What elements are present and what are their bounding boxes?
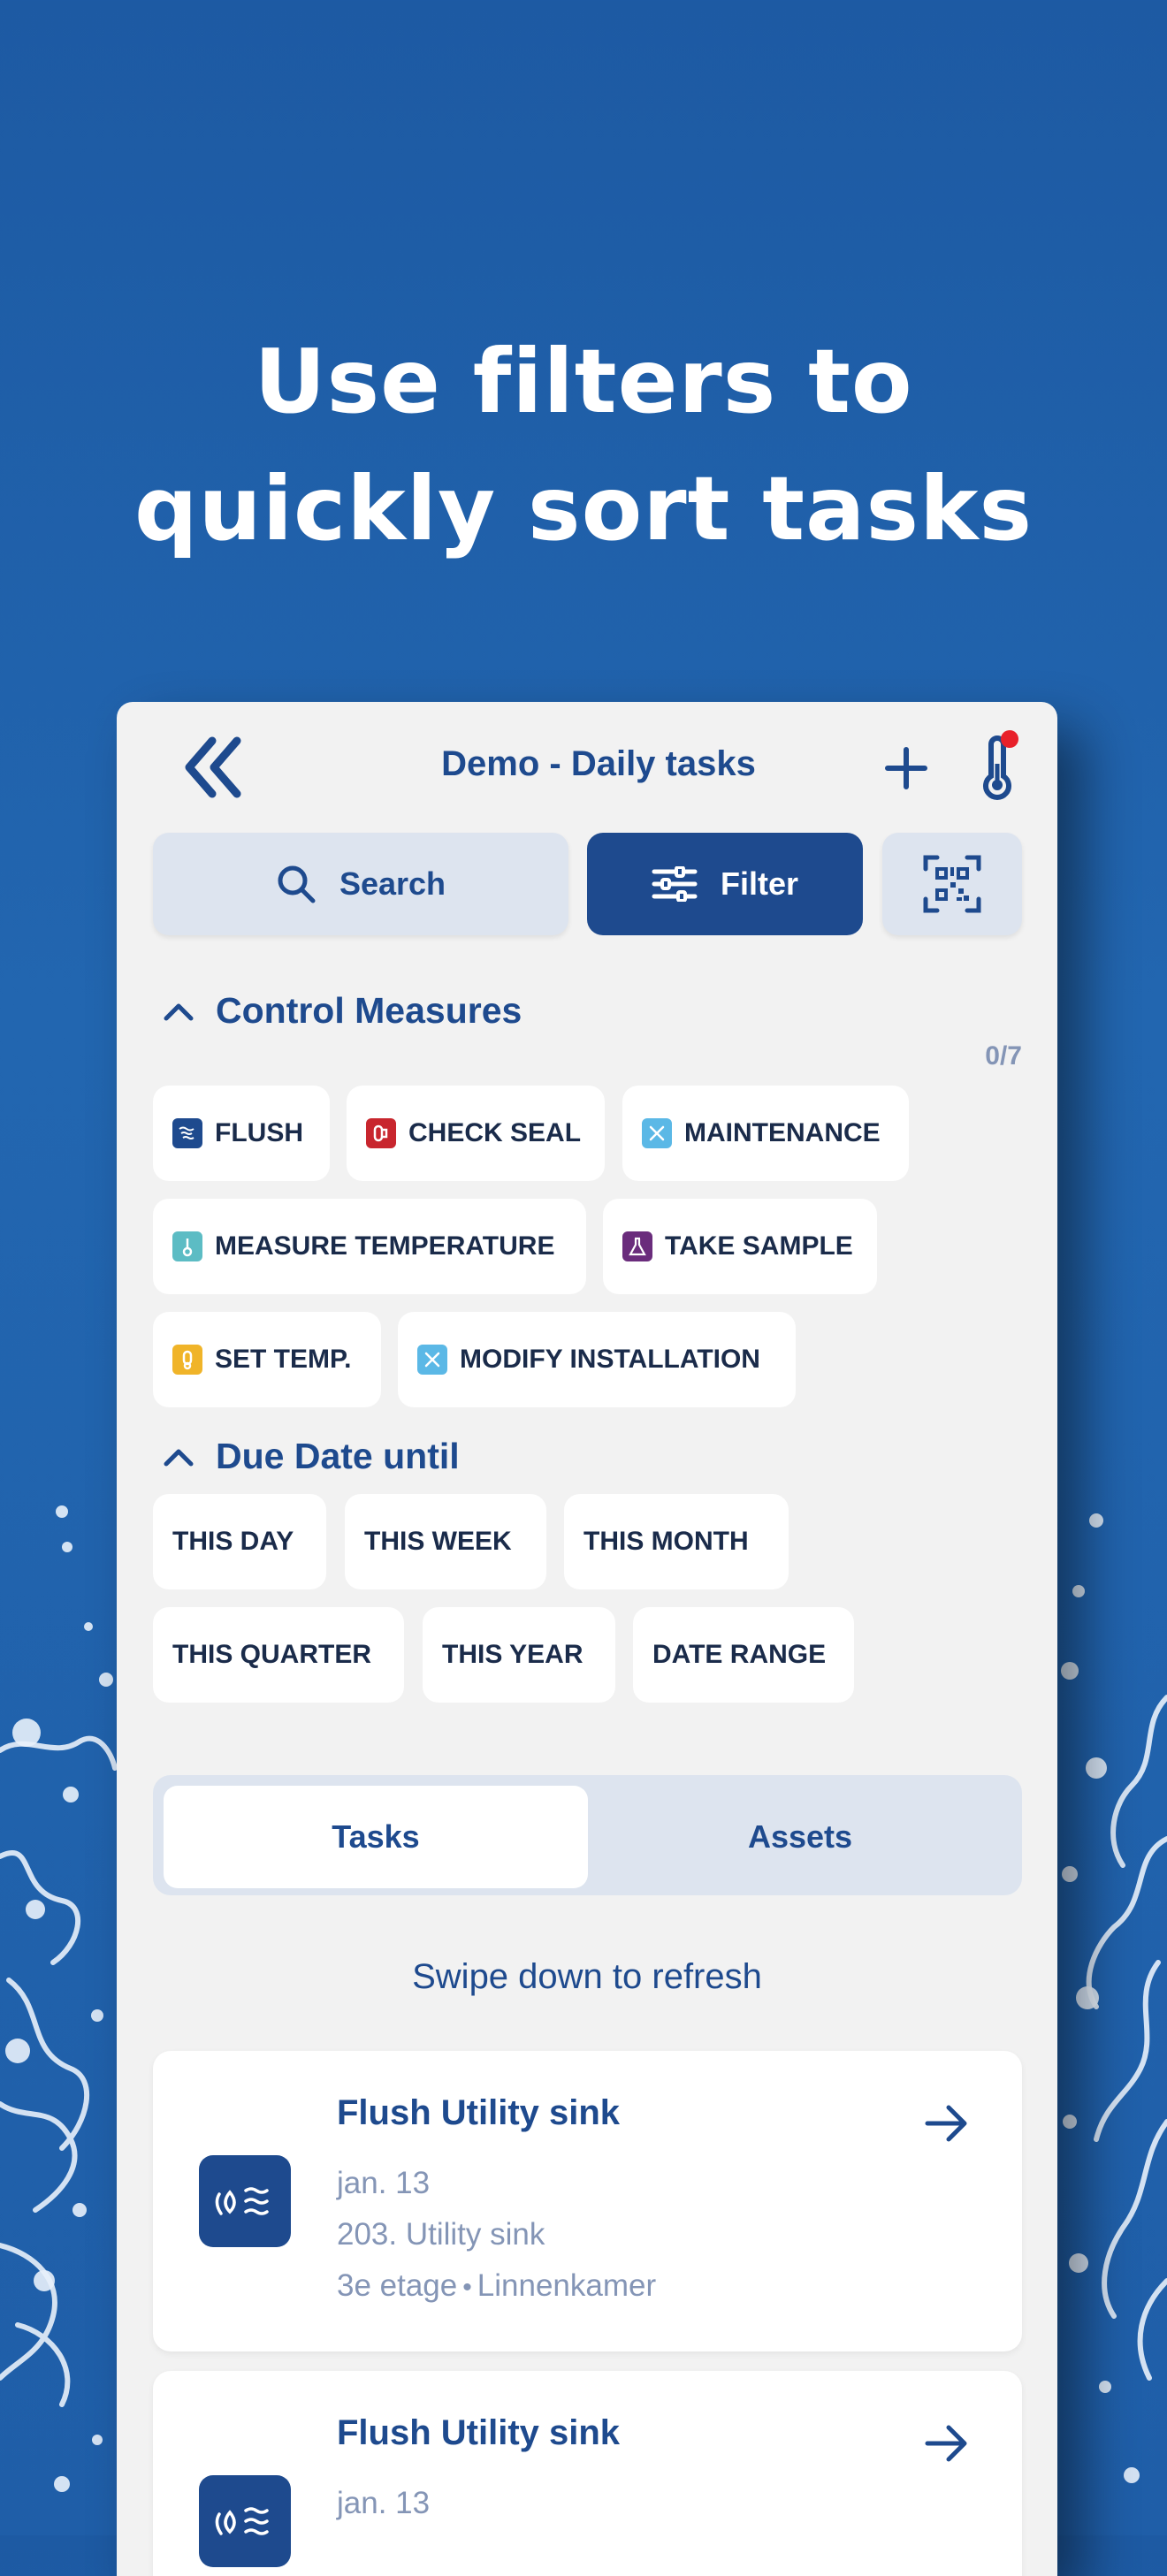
chip-flush[interactable]: FLUSH (153, 1086, 330, 1181)
due-date-heading: Due Date until (216, 1436, 460, 1476)
qr-scan-button[interactable] (882, 833, 1022, 935)
water-splash-right (1061, 1513, 1167, 2483)
chip-date-range[interactable]: DATE RANGE (633, 1607, 854, 1703)
chip-label: THIS YEAR (442, 1640, 584, 1669)
headline-line-2: quickly sort tasks (133, 457, 1034, 560)
task-room: Linnenkamer (477, 2268, 657, 2303)
chip-this-week[interactable]: THIS WEEK (345, 1494, 546, 1589)
control-measures-header[interactable]: Control Measures (163, 990, 522, 1032)
chip-maintenance[interactable]: MAINTENANCE (622, 1086, 909, 1181)
search-label: Search (339, 865, 446, 902)
flush-icon (199, 2155, 291, 2247)
chip-label: DATE RANGE (652, 1640, 827, 1669)
chip-set-temp[interactable]: SET TEMP. (153, 1312, 381, 1407)
promo-headline: Use filters to quickly sort tasks (0, 318, 1167, 573)
flush-icon (199, 2475, 291, 2567)
task-title: Flush Utility sink (337, 2413, 621, 2452)
double-chevron-left-icon (185, 736, 241, 798)
arrow-right-icon[interactable] (920, 2417, 973, 2470)
task-card[interactable]: Flush Utility sink jan. 13 (153, 2371, 1022, 2576)
flask-icon (622, 1231, 652, 1261)
chip-label: TAKE SAMPLE (665, 1231, 853, 1261)
filter-button[interactable]: Filter (587, 833, 863, 935)
chip-label: THIS WEEK (364, 1527, 512, 1556)
task-title: Flush Utility sink (337, 2093, 621, 2132)
add-task-button[interactable] (875, 737, 937, 799)
filter-label: Filter (720, 865, 798, 902)
task-asset: 203. Utility sink (337, 2217, 545, 2252)
thermometer-icon (983, 730, 1018, 800)
task-card[interactable]: Flush Utility sink jan. 13 203. Utility … (153, 2051, 1022, 2351)
tab-tasks[interactable]: Tasks (164, 1786, 588, 1888)
qr-scan-icon (923, 855, 981, 913)
chip-label: MODIFY INSTALLATION (460, 1345, 760, 1374)
due-date-header[interactable]: Due Date until (163, 1436, 460, 1477)
arrow-right-icon[interactable] (920, 2097, 973, 2150)
sliders-icon (652, 866, 698, 902)
task-due-date: jan. 13 (337, 2486, 431, 2520)
chip-label: THIS MONTH (584, 1527, 749, 1556)
tab-assets[interactable]: Assets (588, 1786, 1012, 1888)
control-measures-heading: Control Measures (216, 990, 522, 1031)
chip-modify-installation[interactable]: MODIFY INSTALLATION (398, 1312, 796, 1407)
search-button[interactable]: Search (153, 833, 568, 935)
chip-label: CHECK SEAL (408, 1118, 582, 1147)
chip-measure-temperature[interactable]: MEASURE TEMPERATURE (153, 1199, 586, 1294)
chip-take-sample[interactable]: TAKE SAMPLE (603, 1199, 877, 1294)
chip-check-seal[interactable]: CHECK SEAL (347, 1086, 605, 1181)
chip-label: FLUSH (215, 1118, 303, 1147)
chip-label: MEASURE TEMPERATURE (215, 1231, 555, 1261)
chip-this-year[interactable]: THIS YEAR (423, 1607, 615, 1703)
chip-label: SET TEMP. (215, 1345, 352, 1374)
refresh-hint: Swipe down to refresh (412, 1957, 762, 1996)
task-location: 3e etage • Linnenkamer (337, 2268, 656, 2304)
flush-icon (172, 1118, 202, 1148)
back-button[interactable] (177, 732, 248, 803)
plus-icon (885, 747, 927, 789)
chevron-up-icon (164, 1449, 194, 1466)
chip-this-quarter[interactable]: THIS QUARTER (153, 1607, 404, 1703)
chip-this-month[interactable]: THIS MONTH (564, 1494, 789, 1589)
chip-label: THIS DAY (172, 1527, 294, 1556)
selected-count: 0/7 (985, 1041, 1022, 1071)
seal-icon (366, 1118, 396, 1148)
chip-this-day[interactable]: THIS DAY (153, 1494, 326, 1589)
app-screen: Demo - Daily tasks Search Filter Control… (117, 702, 1057, 2576)
thermostat-icon (172, 1345, 202, 1375)
task-floor: 3e etage (337, 2268, 458, 2303)
tools-icon (417, 1345, 447, 1375)
search-icon (278, 865, 316, 903)
chip-label: THIS QUARTER (172, 1640, 371, 1669)
headline-line-1: Use filters to (254, 330, 913, 433)
screen-title: Demo - Daily tasks (441, 744, 756, 783)
chip-label: MAINTENANCE (684, 1118, 881, 1147)
temperature-button[interactable] (965, 728, 1027, 808)
notification-dot (1001, 730, 1018, 748)
task-due-date: jan. 13 (337, 2166, 431, 2200)
chevron-up-icon (164, 1003, 194, 1020)
tasks-assets-toggle: Tasks Assets (153, 1775, 1022, 1895)
separator-dot-icon: • (462, 2273, 472, 2302)
thermometer-icon (172, 1231, 202, 1261)
app-bar: Demo - Daily tasks (117, 702, 1057, 829)
wrench-icon (642, 1118, 672, 1148)
water-splash-left (0, 1505, 118, 2492)
